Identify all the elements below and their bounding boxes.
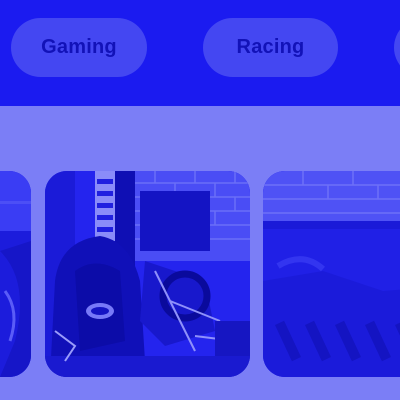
image-carousel[interactable] xyxy=(0,171,400,377)
chip-gaming-label: Gaming xyxy=(41,36,117,58)
chip-gaming[interactable]: Gaming xyxy=(11,18,147,77)
category-browse-screen: Gaming Racing xyxy=(0,0,400,400)
chip-racing-label: Racing xyxy=(236,36,305,58)
chip-racing[interactable]: Racing xyxy=(203,18,338,77)
carousel-photo xyxy=(263,171,400,377)
carousel-card-next[interactable] xyxy=(263,171,400,377)
category-chip-bar: Gaming Racing xyxy=(0,0,400,106)
chip-next-partial[interactable] xyxy=(394,18,400,77)
carousel-card-previous[interactable] xyxy=(0,171,31,377)
carousel-photo xyxy=(45,171,250,377)
carousel-card-current[interactable] xyxy=(45,171,250,377)
carousel-photo xyxy=(0,171,31,377)
